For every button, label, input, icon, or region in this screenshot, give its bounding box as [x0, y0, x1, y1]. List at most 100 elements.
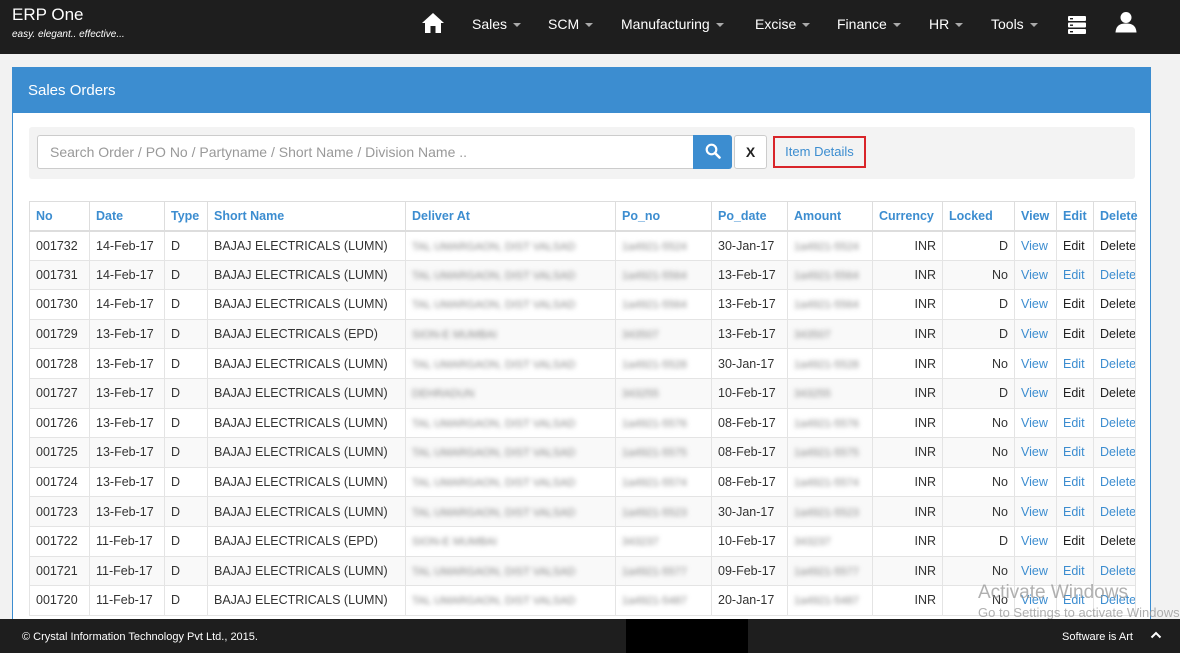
- amount-cell-value: 1a4921-5523: [794, 506, 859, 519]
- order-no-cell: 001720: [29, 585, 90, 616]
- deliver-at-cell-value: SION-E MUMBAI: [412, 536, 497, 549]
- order-no-cell: 001723: [29, 496, 90, 527]
- user-icon[interactable]: [1115, 0, 1137, 54]
- date-cell: 14-Feb-17: [89, 230, 165, 261]
- delete-link[interactable]: Delete: [1093, 230, 1136, 261]
- nav-excise[interactable]: Excise: [755, 0, 811, 54]
- nav-manufacturing[interactable]: Manufacturing: [621, 0, 724, 54]
- edit-link[interactable]: Edit: [1056, 585, 1094, 616]
- amount-cell: 1a4921-5576: [787, 407, 873, 439]
- edit-link[interactable]: Edit: [1056, 496, 1094, 527]
- amount-cell-value: 1a4921-5487: [794, 595, 859, 608]
- server-icon[interactable]: [1067, 0, 1087, 54]
- delete-link[interactable]: Delete: [1093, 407, 1136, 439]
- search-input[interactable]: [37, 135, 694, 169]
- locked-cell: No: [942, 555, 1015, 587]
- nav-finance[interactable]: Finance: [837, 0, 901, 54]
- locked-cell: D: [942, 318, 1015, 350]
- edit-link[interactable]: Edit: [1056, 259, 1094, 291]
- order-no-cell: 001729: [29, 318, 90, 350]
- delete-link[interactable]: Delete: [1093, 259, 1136, 291]
- order-no-cell: 001724: [29, 466, 90, 498]
- short-name-cell: BAJAJ ELECTRICALS (LUMN): [207, 437, 406, 468]
- view-link[interactable]: View: [1014, 437, 1057, 468]
- edit-link[interactable]: Edit: [1056, 525, 1094, 557]
- nav-hr-label: HR: [929, 16, 950, 32]
- clear-search-button[interactable]: X: [734, 135, 767, 169]
- column-header[interactable]: Deliver At: [405, 201, 616, 232]
- deliver-at-cell: TAL UMARGAON, DIST VALSAD: [405, 348, 616, 379]
- column-header[interactable]: Type: [164, 201, 208, 232]
- column-header[interactable]: View: [1014, 201, 1057, 232]
- search-button[interactable]: [693, 135, 732, 169]
- edit-link[interactable]: Edit: [1056, 377, 1094, 409]
- short-name-cell: BAJAJ ELECTRICALS (LUMN): [207, 585, 406, 616]
- po-date-cell: 20-Jan-17: [711, 585, 788, 616]
- short-name-cell: BAJAJ ELECTRICALS (LUMN): [207, 377, 406, 409]
- column-header[interactable]: No: [29, 201, 90, 232]
- view-link[interactable]: View: [1014, 496, 1057, 527]
- column-header[interactable]: Short Name: [207, 201, 406, 232]
- column-header[interactable]: Po_date: [711, 201, 788, 232]
- edit-link[interactable]: Edit: [1056, 437, 1094, 468]
- delete-link[interactable]: Delete: [1093, 555, 1136, 587]
- column-header[interactable]: Delete: [1093, 201, 1138, 232]
- delete-link[interactable]: Delete: [1093, 377, 1136, 409]
- edit-link[interactable]: Edit: [1056, 318, 1094, 350]
- nav-scm[interactable]: SCM: [548, 0, 594, 54]
- edit-link[interactable]: Edit: [1056, 407, 1094, 439]
- view-link[interactable]: View: [1014, 466, 1057, 498]
- view-link[interactable]: View: [1014, 585, 1057, 616]
- delete-link[interactable]: Delete: [1093, 318, 1136, 350]
- delete-link[interactable]: Delete: [1093, 437, 1136, 468]
- po-date-cell: 08-Feb-17: [711, 437, 788, 468]
- short-name-cell: BAJAJ ELECTRICALS (LUMN): [207, 407, 406, 439]
- short-name-cell: BAJAJ ELECTRICALS (LUMN): [207, 496, 406, 527]
- amount-cell-value: 1a4921-5577: [794, 565, 859, 578]
- type-cell: D: [164, 585, 208, 616]
- edit-link[interactable]: Edit: [1056, 289, 1094, 320]
- delete-link[interactable]: Delete: [1093, 348, 1136, 379]
- po-no-cell: 1a4921-5524: [615, 230, 712, 261]
- view-link[interactable]: View: [1014, 407, 1057, 439]
- item-details-link[interactable]: Item Details: [773, 136, 866, 168]
- amount-cell: 1a4921-5564: [787, 289, 873, 320]
- column-header[interactable]: Po_no: [615, 201, 712, 232]
- view-link[interactable]: View: [1014, 555, 1057, 587]
- edit-link[interactable]: Edit: [1056, 555, 1094, 587]
- nav-sales[interactable]: Sales: [472, 0, 522, 54]
- delete-link[interactable]: Delete: [1093, 466, 1136, 498]
- column-header[interactable]: Edit: [1056, 201, 1094, 232]
- home-icon[interactable]: [421, 0, 445, 54]
- column-header[interactable]: Locked: [942, 201, 1015, 232]
- nav-hr[interactable]: HR: [929, 0, 964, 54]
- chevron-up-icon[interactable]: [1150, 629, 1162, 644]
- edit-link[interactable]: Edit: [1056, 230, 1094, 261]
- view-link[interactable]: View: [1014, 230, 1057, 261]
- po-no-cell-value: 1a4921-5577: [622, 565, 687, 578]
- view-link[interactable]: View: [1014, 348, 1057, 379]
- brand[interactable]: ERP One easy. elegant.. effective...: [12, 5, 125, 40]
- edit-link[interactable]: Edit: [1056, 466, 1094, 498]
- delete-link[interactable]: Delete: [1093, 496, 1136, 527]
- column-header[interactable]: Currency: [872, 201, 943, 232]
- locked-cell: No: [942, 585, 1015, 616]
- nav-manufacturing-label: Manufacturing: [621, 16, 710, 32]
- view-link[interactable]: View: [1014, 377, 1057, 409]
- column-header[interactable]: Amount: [787, 201, 873, 232]
- locked-cell: No: [942, 259, 1015, 291]
- deliver-at-cell-value: TAL UMARGAON, DIST VALSAD: [412, 417, 576, 430]
- column-header[interactable]: Date: [89, 201, 165, 232]
- delete-link[interactable]: Delete: [1093, 585, 1136, 616]
- deliver-at-cell: SION-E MUMBAI: [405, 525, 616, 557]
- view-link[interactable]: View: [1014, 525, 1057, 557]
- po-no-cell: 343255: [615, 377, 712, 409]
- po-date-cell: 10-Feb-17: [711, 377, 788, 409]
- view-link[interactable]: View: [1014, 289, 1057, 320]
- edit-link[interactable]: Edit: [1056, 348, 1094, 379]
- nav-tools[interactable]: Tools: [991, 0, 1038, 54]
- delete-link[interactable]: Delete: [1093, 289, 1136, 320]
- delete-link[interactable]: Delete: [1093, 525, 1136, 557]
- view-link[interactable]: View: [1014, 318, 1057, 350]
- view-link[interactable]: View: [1014, 259, 1057, 291]
